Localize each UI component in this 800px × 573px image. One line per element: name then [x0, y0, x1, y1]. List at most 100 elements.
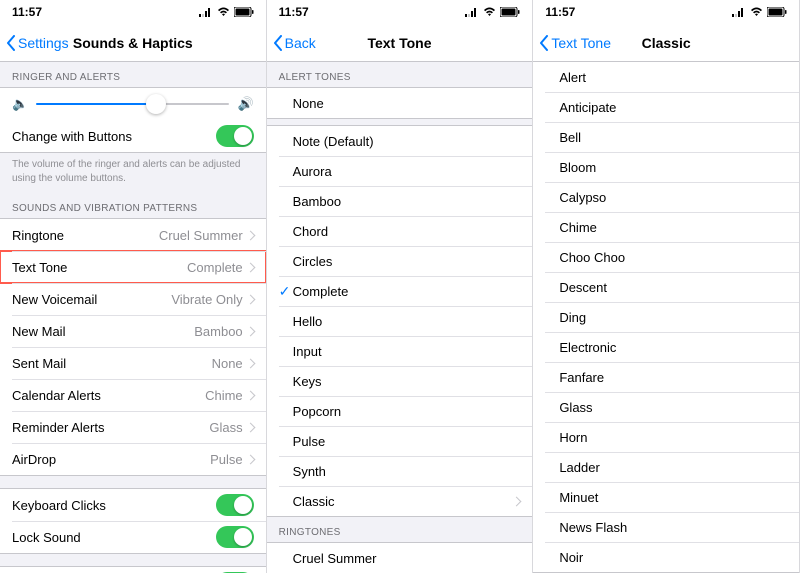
tone-row-chord[interactable]: Chord — [267, 216, 533, 246]
classic-tone-row-ladder[interactable]: Ladder — [533, 452, 799, 482]
tone-label: Chord — [293, 224, 521, 239]
chevron-left-icon — [539, 35, 549, 51]
classic-tone-row-bell[interactable]: Bell — [533, 122, 799, 152]
change-with-buttons-label: Change with Buttons — [12, 129, 216, 144]
ringtone-label: Cruel Summer — [293, 551, 521, 566]
volume-thumb[interactable] — [146, 94, 166, 114]
tone-label: Ladder — [559, 460, 787, 475]
sound-row-reminder-alerts[interactable]: Reminder AlertsGlass — [0, 411, 266, 443]
checkmark-icon: ✓ — [279, 283, 293, 300]
battery-icon — [767, 7, 787, 17]
sound-row-ringtone[interactable]: RingtoneCruel Summer — [0, 219, 266, 251]
tone-row-complete[interactable]: ✓Complete — [267, 276, 533, 306]
tone-label: Fanfare — [559, 370, 787, 385]
classic-tone-row-calypso[interactable]: Calypso — [533, 182, 799, 212]
chevron-right-icon — [512, 496, 522, 506]
toggle-row-system-haptics: System Haptics — [0, 567, 266, 573]
screen-classic: 11:57 Text Tone Classic AlertAnticipateB… — [533, 0, 800, 573]
row-label: Calendar Alerts — [12, 388, 205, 403]
section-header-alert-tones: ALERT TONES — [267, 62, 533, 87]
volume-slider[interactable] — [36, 103, 229, 105]
row-value: Vibrate Only — [171, 292, 242, 307]
status-icons — [199, 7, 254, 17]
tone-label: Electronic — [559, 340, 787, 355]
wifi-icon — [750, 7, 763, 17]
battery-icon — [234, 7, 254, 17]
classic-tone-row-ding[interactable]: Ding — [533, 302, 799, 332]
status-time: 11:57 — [279, 5, 309, 19]
classic-tone-row-fanfare[interactable]: Fanfare — [533, 362, 799, 392]
tone-label: Bloom — [559, 160, 787, 175]
tone-row-classic[interactable]: Classic — [267, 486, 533, 516]
tone-row-pulse[interactable]: Pulse — [267, 426, 533, 456]
screen-text-tone: 11:57 Back Text Tone ALERT TONES None No… — [267, 0, 534, 573]
sound-row-text-tone[interactable]: Text ToneComplete — [0, 251, 266, 283]
toggle[interactable] — [216, 494, 254, 516]
tone-row-note-default-[interactable]: Note (Default) — [267, 126, 533, 156]
classic-tone-row-electronic[interactable]: Electronic — [533, 332, 799, 362]
toggle[interactable] — [216, 526, 254, 548]
back-button[interactable]: Text Tone — [539, 35, 611, 51]
status-bar: 11:57 — [267, 0, 533, 24]
change-with-buttons-toggle[interactable] — [216, 125, 254, 147]
tone-label: Bell — [559, 130, 787, 145]
back-button[interactable]: Settings — [6, 35, 69, 51]
sound-row-sent-mail[interactable]: Sent MailNone — [0, 347, 266, 379]
tone-label: Choo Choo — [559, 250, 787, 265]
status-icons — [732, 7, 787, 17]
classic-tone-row-horn[interactable]: Horn — [533, 422, 799, 452]
tone-label: Noir — [559, 550, 787, 565]
status-bar: 11:57 — [533, 0, 799, 24]
tone-label: Hello — [293, 314, 521, 329]
chevron-right-icon — [245, 358, 255, 368]
tone-label: Keys — [293, 374, 521, 389]
tone-none-row[interactable]: None — [267, 88, 533, 118]
tone-row-hello[interactable]: Hello — [267, 306, 533, 336]
tone-label: Calypso — [559, 190, 787, 205]
tone-row-popcorn[interactable]: Popcorn — [267, 396, 533, 426]
sound-row-calendar-alerts[interactable]: Calendar AlertsChime — [0, 379, 266, 411]
classic-tone-row-news-flash[interactable]: News Flash — [533, 512, 799, 542]
classic-tone-row-descent[interactable]: Descent — [533, 272, 799, 302]
tone-label: Classic — [293, 494, 514, 509]
tone-row-bamboo[interactable]: Bamboo — [267, 186, 533, 216]
tone-row-keys[interactable]: Keys — [267, 366, 533, 396]
row-value: Glass — [209, 420, 242, 435]
row-label: Sent Mail — [12, 356, 212, 371]
tone-label: Complete — [293, 284, 521, 299]
back-button[interactable]: Back — [273, 35, 316, 51]
chevron-right-icon — [245, 294, 255, 304]
content: ALERT TONES None Note (Default) Aurora Bam… — [267, 62, 533, 573]
volume-slider-row: 🔈 🔊 — [0, 88, 266, 120]
row-value: None — [212, 356, 243, 371]
sound-row-airdrop[interactable]: AirDropPulse — [0, 443, 266, 475]
classic-tone-row-alert[interactable]: Alert — [533, 62, 799, 92]
row-label: Text Tone — [12, 260, 187, 275]
tone-row-aurora[interactable]: Aurora — [267, 156, 533, 186]
classic-tone-row-glass[interactable]: Glass — [533, 392, 799, 422]
change-with-buttons-row: Change with Buttons — [0, 120, 266, 152]
tone-label: Note (Default) — [293, 134, 521, 149]
tone-label: Horn — [559, 430, 787, 445]
row-label: Ringtone — [12, 228, 159, 243]
sound-row-new-mail[interactable]: New MailBamboo — [0, 315, 266, 347]
classic-tone-row-anticipate[interactable]: Anticipate — [533, 92, 799, 122]
content: AlertAnticipate Bell Bloom Calypso Chime Choo… — [533, 62, 799, 573]
ringtone-row[interactable]: Cruel Summer — [267, 543, 533, 573]
section-footer-ringer: The volume of the ringer and alerts can … — [0, 153, 266, 193]
toggle-row-keyboard-clicks: Keyboard Clicks — [0, 489, 266, 521]
tone-row-circles[interactable]: Circles — [267, 246, 533, 276]
classic-tone-row-minuet[interactable]: Minuet — [533, 482, 799, 512]
tone-label: Bamboo — [293, 194, 521, 209]
tone-label: Ding — [559, 310, 787, 325]
classic-tone-row-chime[interactable]: Chime — [533, 212, 799, 242]
sound-row-new-voicemail[interactable]: New VoicemailVibrate Only — [0, 283, 266, 315]
classic-tone-row-choo-choo[interactable]: Choo Choo — [533, 242, 799, 272]
chevron-right-icon — [245, 262, 255, 272]
tone-row-input[interactable]: Input — [267, 336, 533, 366]
classic-tone-row-noir[interactable]: Noir — [533, 542, 799, 572]
section-header-ringer: RINGER AND ALERTS — [0, 62, 266, 87]
nav-bar: Back Text Tone — [267, 24, 533, 62]
tone-row-synth[interactable]: Synth — [267, 456, 533, 486]
classic-tone-row-bloom[interactable]: Bloom — [533, 152, 799, 182]
